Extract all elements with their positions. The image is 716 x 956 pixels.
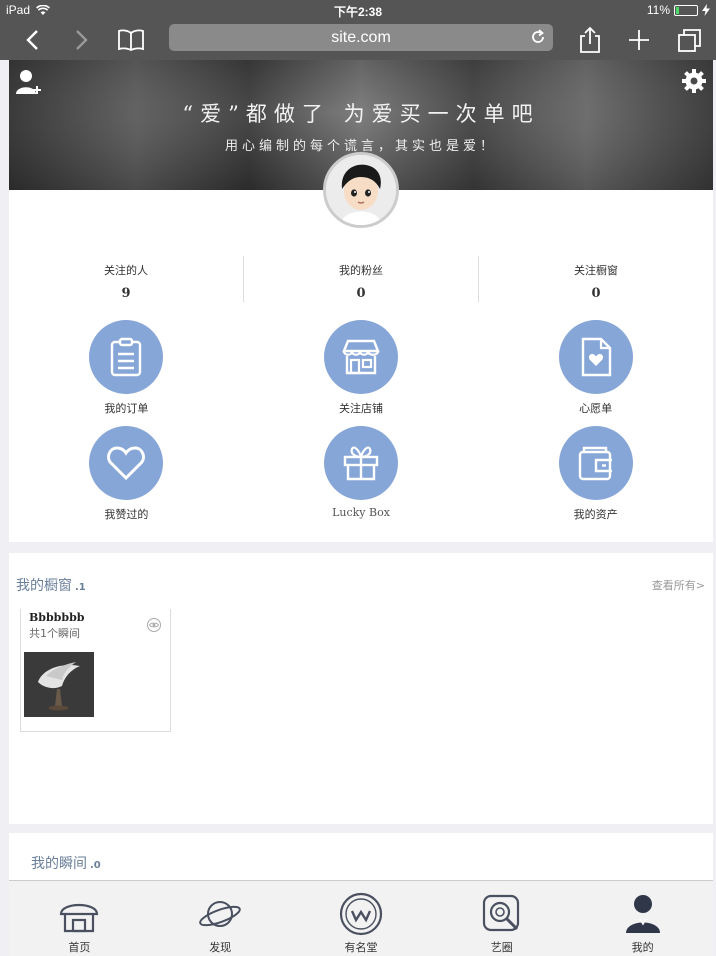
store-icon (342, 339, 380, 375)
battery-icon (674, 4, 698, 16)
planet-icon (199, 901, 242, 927)
section-title-text: 我的瞬间 (31, 856, 87, 872)
clipboard-icon (111, 337, 142, 377)
battery-percent: 11% (646, 3, 670, 17)
stat-label: 我的粉丝 (339, 264, 383, 277)
page-content: “爱”都做了 为爱买一次单吧 用心编制的每个谎言，其实也是爱！ 关注的人 9 我… (0, 60, 716, 880)
stat-value: 9 (121, 286, 131, 301)
charging-icon (702, 4, 710, 16)
bottom-tab-bar: 首页 发现 有名堂 艺圈 我的 (9, 880, 713, 956)
section-title-text: 我的橱窗 (16, 578, 72, 594)
showcase-card[interactable]: Bbbbbbb 共1个瞬间 (20, 609, 171, 732)
banner-headline: “爱”都做了 为爱买一次单吧 (182, 102, 540, 126)
avatar[interactable] (323, 152, 399, 228)
stat-value: 0 (356, 286, 366, 301)
menu-liked[interactable]: 我赞过的 (9, 426, 244, 532)
status-bar: iPad 下午2:38 11% (0, 0, 716, 20)
menu-label: Lucky Box (332, 506, 390, 519)
back-icon[interactable] (16, 24, 48, 56)
w-badge-icon (339, 892, 383, 936)
clock: 下午2:38 (333, 5, 383, 19)
stat-value: 0 (591, 286, 601, 301)
tab-art-circle[interactable]: 艺圈 (431, 881, 572, 956)
section-title: 我的橱窗 .1 (16, 575, 86, 595)
address-bar[interactable]: site.com (169, 24, 553, 51)
stat-label: 关注橱窗 (574, 264, 618, 277)
eye-icon[interactable] (146, 617, 162, 633)
home-icon (60, 903, 99, 933)
my-moments-section: 我的瞬间 .0 (9, 833, 713, 880)
forward-icon[interactable] (66, 24, 98, 56)
url-text: site.com (331, 29, 391, 46)
section-title: 我的瞬间 .0 (31, 853, 101, 873)
card-thumbnail[interactable] (24, 652, 94, 717)
menu-label: 心愿单 (579, 402, 613, 415)
tab-me[interactable]: 我的 (572, 881, 713, 956)
tab-label: 首页 (68, 941, 91, 954)
card-title: Bbbbbbb (29, 611, 85, 624)
menu-label: 我赞过的 (104, 508, 149, 521)
menu-label: 我的资产 (573, 508, 618, 521)
my-showcase-section: 我的橱窗 .1 查看所有> Bbbbbbb 共1个瞬间 (9, 553, 713, 824)
tab-home[interactable]: 首页 (9, 881, 150, 956)
stat-label: 关注的人 (104, 264, 148, 277)
browser-toolbar: site.com (0, 20, 716, 60)
tab-label: 艺圈 (490, 941, 513, 954)
menu-my-orders[interactable]: 我的订单 (9, 320, 244, 426)
wallet-icon (578, 446, 612, 481)
menu-my-assets[interactable]: 我的资产 (478, 426, 713, 532)
reload-icon[interactable] (529, 28, 547, 46)
profile-card: “爱”都做了 为爱买一次单吧 用心编制的每个谎言，其实也是爱！ 关注的人 9 我… (9, 60, 713, 542)
heart-icon (107, 446, 146, 481)
tab-hall-of-fame[interactable]: 有名堂 (291, 881, 432, 956)
add-friend-icon[interactable] (15, 68, 43, 96)
menu-label: 我的订单 (104, 402, 149, 415)
stats-row: 关注的人 9 我的粉丝 0 关注橱窗 0 (9, 256, 713, 302)
menu-wishlist[interactable]: 心愿单 (478, 320, 713, 426)
profile-icon (625, 895, 660, 933)
menu-lucky-box[interactable]: Lucky Box (244, 426, 479, 532)
tab-discover[interactable]: 发现 (150, 881, 291, 956)
new-tab-icon[interactable] (623, 24, 655, 56)
menu-followed-shops[interactable]: 关注店铺 (244, 320, 479, 426)
view-all-link[interactable]: 查看所有> (652, 577, 705, 593)
stat-followers[interactable]: 我的粉丝 0 (244, 256, 479, 302)
bookmarks-icon[interactable] (115, 24, 147, 56)
section-count: .1 (75, 582, 86, 593)
stat-following[interactable]: 关注的人 9 (9, 256, 244, 302)
gift-icon (343, 446, 379, 481)
tab-label: 我的 (631, 941, 654, 954)
stat-followed-windows[interactable]: 关注橱窗 0 (479, 256, 713, 302)
tab-label: 发现 (209, 941, 232, 954)
share-icon[interactable] (574, 24, 606, 56)
card-subtitle: 共1个瞬间 (29, 627, 80, 640)
section-count: .0 (90, 860, 101, 871)
heart-file-icon (581, 337, 611, 377)
tabs-icon[interactable] (674, 24, 706, 56)
gear-icon[interactable] (681, 68, 707, 94)
feature-grid: 我的订单 关注店铺 心愿单 我赞过的 Lucky Box 我的资产 (9, 320, 713, 532)
search-frame-icon (482, 894, 519, 932)
tab-label: 有名堂 (344, 941, 378, 954)
menu-label: 关注店铺 (339, 402, 383, 415)
